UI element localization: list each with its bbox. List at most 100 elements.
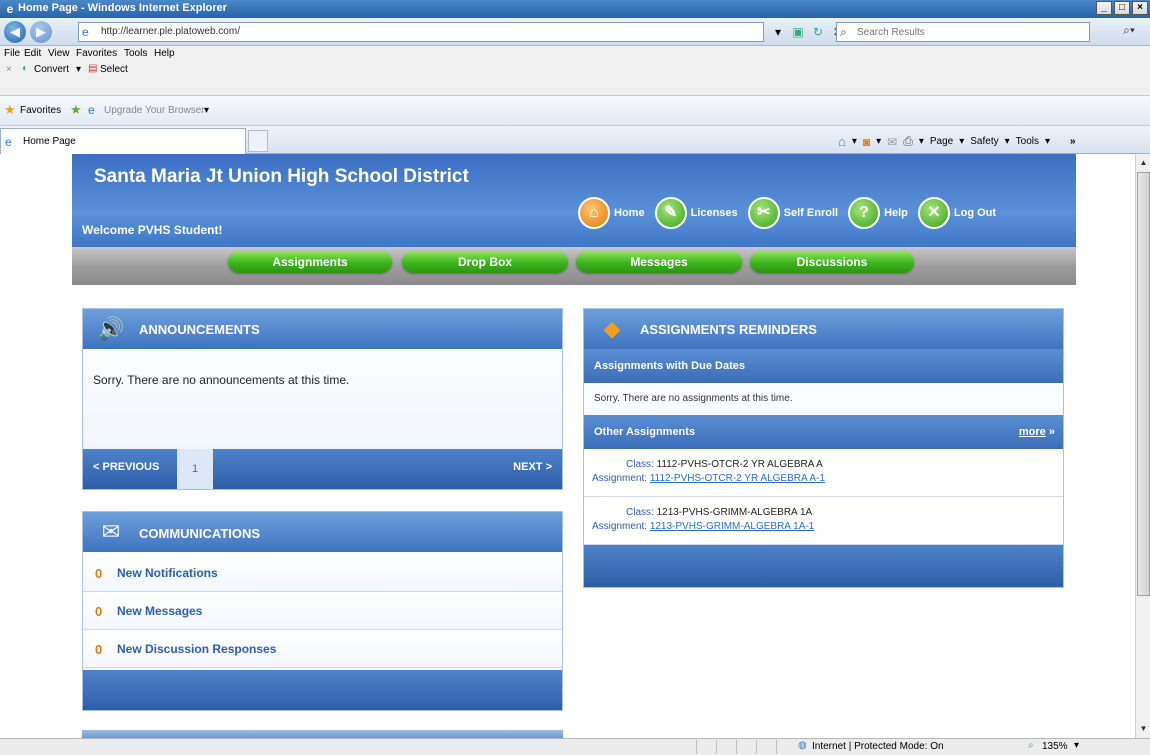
class-value: 1213-PVHS-GRIMM-ALGEBRA 1A [656, 507, 813, 518]
menu-edit[interactable]: Edit [24, 48, 41, 59]
home-dropdown-icon[interactable]: ▾ [852, 136, 857, 147]
forward-button[interactable]: ▶ [30, 21, 52, 43]
convert-dropdown-icon[interactable]: ▾ [76, 64, 81, 75]
tab-discussions[interactable]: Discussions [750, 251, 914, 273]
address-bar[interactable]: e http://learner.ple.platoweb.com/ [78, 22, 764, 42]
menu-file[interactable]: File [4, 48, 20, 59]
list-item[interactable]: 0 New Messages [83, 592, 562, 630]
list-item[interactable]: 0 New Discussion Responses [83, 630, 562, 668]
discussion-responses-count: 0 [95, 642, 103, 657]
refresh-icon[interactable]: ↻ [810, 24, 826, 40]
status-segment [776, 740, 796, 754]
menu-help[interactable]: Help [154, 48, 175, 59]
tab-drop-box[interactable]: Drop Box [402, 251, 568, 273]
safety-menu[interactable]: Safety [970, 136, 998, 147]
logout-link-label: Log Out [953, 207, 997, 219]
communications-header: ✉ COMMUNICATIONS [83, 512, 562, 552]
next-button[interactable]: NEXT > [513, 461, 552, 473]
no-assignments-message: Sorry. There are no assignments at this … [594, 393, 793, 404]
menu-tools[interactable]: Tools [124, 48, 147, 59]
tab-page-icon: e [5, 135, 12, 149]
new-discussion-responses-link[interactable]: New Discussion Responses [117, 642, 276, 656]
assignment-link[interactable]: 1213-PVHS-GRIMM-ALGEBRA 1A-1 [650, 521, 815, 532]
safety-dropdown-icon[interactable]: ▾ [1005, 136, 1010, 147]
search-input[interactable] [857, 25, 1077, 39]
tab-assignments[interactable]: Assignments [228, 251, 392, 273]
close-window-button[interactable]: × [1132, 1, 1148, 15]
reminders-header: ◆ ASSIGNMENTS REMINDERS [584, 309, 1063, 349]
reminders-footer [584, 545, 1063, 587]
assignment-link[interactable]: 1112-PVHS-OTCR-2 YR ALGEBRA A-1 [650, 473, 825, 484]
scroll-thumb[interactable] [1137, 172, 1150, 596]
vertical-scrollbar[interactable]: ▲ ▼ [1135, 154, 1150, 738]
tab-messages[interactable]: Messages [576, 251, 742, 273]
new-tab-button[interactable] [248, 130, 268, 152]
more-link[interactable]: more » [1019, 426, 1055, 438]
chevron-more-icon[interactable]: » [1070, 136, 1076, 147]
menu-bar: File Edit View Favorites Tools Help [0, 46, 1150, 62]
ie-logo-icon: e [6, 2, 14, 16]
previous-button[interactable]: < PREVIOUS [93, 461, 159, 473]
page-viewport: Santa Maria Jt Union High School Distric… [0, 154, 1135, 738]
zoom-dropdown-icon[interactable]: ▾ [1074, 740, 1079, 751]
logout-link[interactable]: ✕ Log Out [917, 197, 997, 229]
announcements-pager: < PREVIOUS 1 NEXT > [83, 449, 562, 489]
table-row: Class: 1213-PVHS-GRIMM-ALGEBRA 1A Assign… [584, 497, 1063, 545]
announcements-message: Sorry. There are no announcements at thi… [93, 373, 350, 387]
mail-icon[interactable]: ✉ [887, 135, 897, 149]
question-icon: ? [848, 197, 881, 229]
page-number[interactable]: 1 [177, 449, 213, 489]
print-icon[interactable]: ⎙ [903, 134, 913, 149]
menu-view[interactable]: View [48, 48, 70, 59]
security-zone[interactable]: Internet | Protected Mode: On [812, 741, 944, 752]
envelope-icon: ✉ [101, 519, 121, 544]
feeds-icon[interactable]: ◙ [863, 135, 870, 149]
tools-dropdown-icon[interactable]: ▾ [1045, 136, 1050, 147]
maximize-button[interactable]: □ [1114, 1, 1130, 15]
print-dropdown-icon[interactable]: ▾ [919, 136, 924, 147]
back-button[interactable]: ◀ [4, 21, 26, 43]
new-messages-link[interactable]: New Messages [117, 604, 202, 618]
compatibility-icon[interactable]: ▣ [790, 24, 806, 40]
select-icon: ▤ [88, 63, 98, 74]
announcements-title: ANNOUNCEMENTS [139, 322, 260, 337]
convert-button[interactable]: Convert [34, 64, 69, 75]
self-enroll-link-label: Self Enroll [783, 207, 839, 219]
assignment-label: Assignment: [592, 521, 648, 532]
reminders-panel: ◆ ASSIGNMENTS REMINDERS Assignments with… [583, 308, 1064, 588]
home-link[interactable]: ⌂ Home [578, 197, 645, 229]
assignment-label: Assignment: [592, 473, 648, 484]
feeds-dropdown-icon[interactable]: ▾ [876, 136, 881, 147]
close-bar-icon[interactable]: × [6, 64, 12, 75]
search-go-icon[interactable]: ⌕▾ [1112, 23, 1146, 41]
add-favorite-icon[interactable]: ★ [70, 102, 82, 118]
page-menu[interactable]: Page [930, 136, 953, 147]
class-value: 1112-PVHS-OTCR-2 YR ALGEBRA A [656, 459, 823, 470]
tools-menu[interactable]: Tools [1016, 136, 1039, 147]
help-link[interactable]: ? Help [848, 197, 908, 229]
minimize-button[interactable]: _ [1096, 1, 1112, 15]
favorites-bar: ★ Favorites ★ e Upgrade Your Browser ▾ [0, 96, 1150, 126]
scroll-up-icon[interactable]: ▲ [1137, 156, 1150, 170]
status-bar: ◍ Internet | Protected Mode: On ⌕ 135% ▾ [0, 738, 1150, 755]
window-controls: _ □ × [1096, 1, 1148, 15]
zoom-level[interactable]: 135% [1042, 741, 1068, 752]
dropdown-icon[interactable]: ▾ [770, 24, 786, 40]
upgrade-dropdown-icon[interactable]: ▾ [204, 105, 209, 116]
licenses-link[interactable]: ✎ Licenses [654, 197, 738, 229]
command-bar: × ◐ Convert ▾ ▤ Select [0, 62, 1150, 96]
tab-home-page[interactable]: e Home Page [0, 128, 246, 154]
scroll-down-icon[interactable]: ▼ [1137, 722, 1150, 736]
search-box[interactable]: ⌕ [836, 22, 1090, 42]
menu-favorites[interactable]: Favorites [76, 48, 117, 59]
home-icon[interactable]: ⌂ [838, 134, 846, 149]
favorites-button[interactable]: Favorites [20, 105, 61, 116]
search-icon: ⌕ [840, 25, 847, 39]
upgrade-browser-link[interactable]: Upgrade Your Browser [104, 105, 205, 116]
page-dropdown-icon[interactable]: ▾ [959, 136, 964, 147]
select-button[interactable]: Select [100, 64, 128, 75]
self-enroll-link[interactable]: ✂ Self Enroll [747, 197, 839, 229]
help-link-label: Help [884, 207, 908, 219]
new-notifications-link[interactable]: New Notifications [117, 566, 218, 580]
list-item[interactable]: 0 New Notifications [83, 554, 562, 592]
